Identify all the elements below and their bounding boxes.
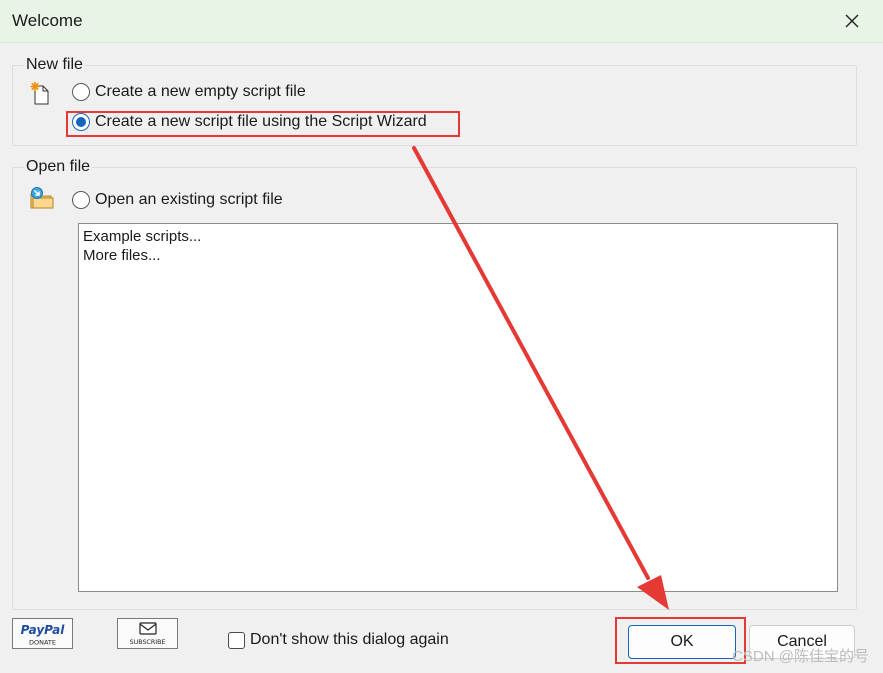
watermark-text: CSDN @陈佳宝的号: [732, 648, 869, 665]
annotation-arrow: [412, 146, 669, 610]
